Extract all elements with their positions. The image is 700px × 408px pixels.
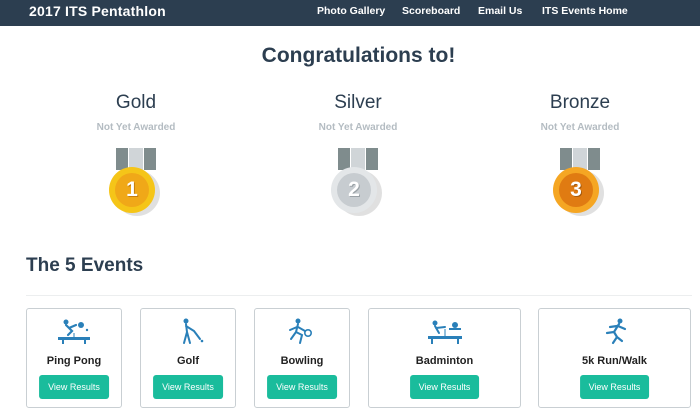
event-name: 5k Run/Walk — [582, 355, 647, 367]
view-results-button[interactable]: View Results — [39, 375, 109, 399]
nav-email-us[interactable]: Email Us — [478, 5, 522, 17]
medal-status: Not Yet Awarded — [540, 122, 620, 133]
event-card-ping-pong: Ping Pong View Results — [26, 308, 122, 408]
page-heading: Congratulations to! — [261, 44, 456, 67]
medal-status: Not Yet Awarded — [96, 122, 176, 133]
bronze-medal-icon: 3 — [553, 148, 605, 220]
badminton-icon — [427, 320, 462, 344]
event-card-5k-run-walk: 5k Run/Walk View Results — [538, 308, 691, 408]
divider — [26, 295, 692, 296]
medal-title: Bronze — [549, 92, 611, 113]
running-icon — [605, 318, 626, 345]
event-name: Badminton — [415, 355, 474, 367]
events-section-title: The 5 Events — [26, 255, 144, 276]
ping-pong-icon — [58, 319, 90, 344]
golf-icon — [183, 318, 204, 344]
medal-number: 3 — [559, 173, 593, 207]
gold-medal-panel: Gold Not Yet Awarded 1 — [66, 92, 206, 220]
nav-scoreboard[interactable]: Scoreboard — [402, 5, 460, 17]
view-results-button[interactable]: View Results — [579, 375, 650, 399]
medal-number: 2 — [337, 173, 371, 207]
view-results-button[interactable]: View Results — [267, 375, 337, 399]
nav-its-events-home[interactable]: ITS Events Home — [542, 5, 628, 17]
medal-title: Gold — [115, 92, 157, 113]
bowling-icon — [289, 318, 312, 344]
event-name: Golf — [177, 355, 199, 367]
event-card-bowling: Bowling View Results — [254, 308, 350, 408]
event-name: Ping Pong — [46, 355, 102, 367]
bronze-medal-panel: Bronze Not Yet Awarded 3 — [510, 92, 650, 220]
view-results-button[interactable]: View Results — [409, 375, 480, 399]
event-card-golf: Golf View Results — [140, 308, 236, 408]
event-card-badminton: Badminton View Results — [368, 308, 521, 408]
gold-medal-icon: 1 — [109, 148, 161, 220]
nav-photo-gallery[interactable]: Photo Gallery — [317, 5, 385, 17]
medal-status: Not Yet Awarded — [318, 122, 398, 133]
silver-medal-panel: Silver Not Yet Awarded 2 — [288, 92, 428, 220]
brand-title[interactable]: 2017 ITS Pentathlon — [29, 3, 166, 19]
event-name: Bowling — [280, 355, 324, 367]
navbar: 2017 ITS Pentathlon Photo Gallery Scoreb… — [0, 0, 700, 26]
medal-number: 1 — [115, 173, 149, 207]
medal-title: Silver — [334, 92, 382, 113]
silver-medal-icon: 2 — [331, 148, 383, 220]
view-results-button[interactable]: View Results — [153, 375, 223, 399]
